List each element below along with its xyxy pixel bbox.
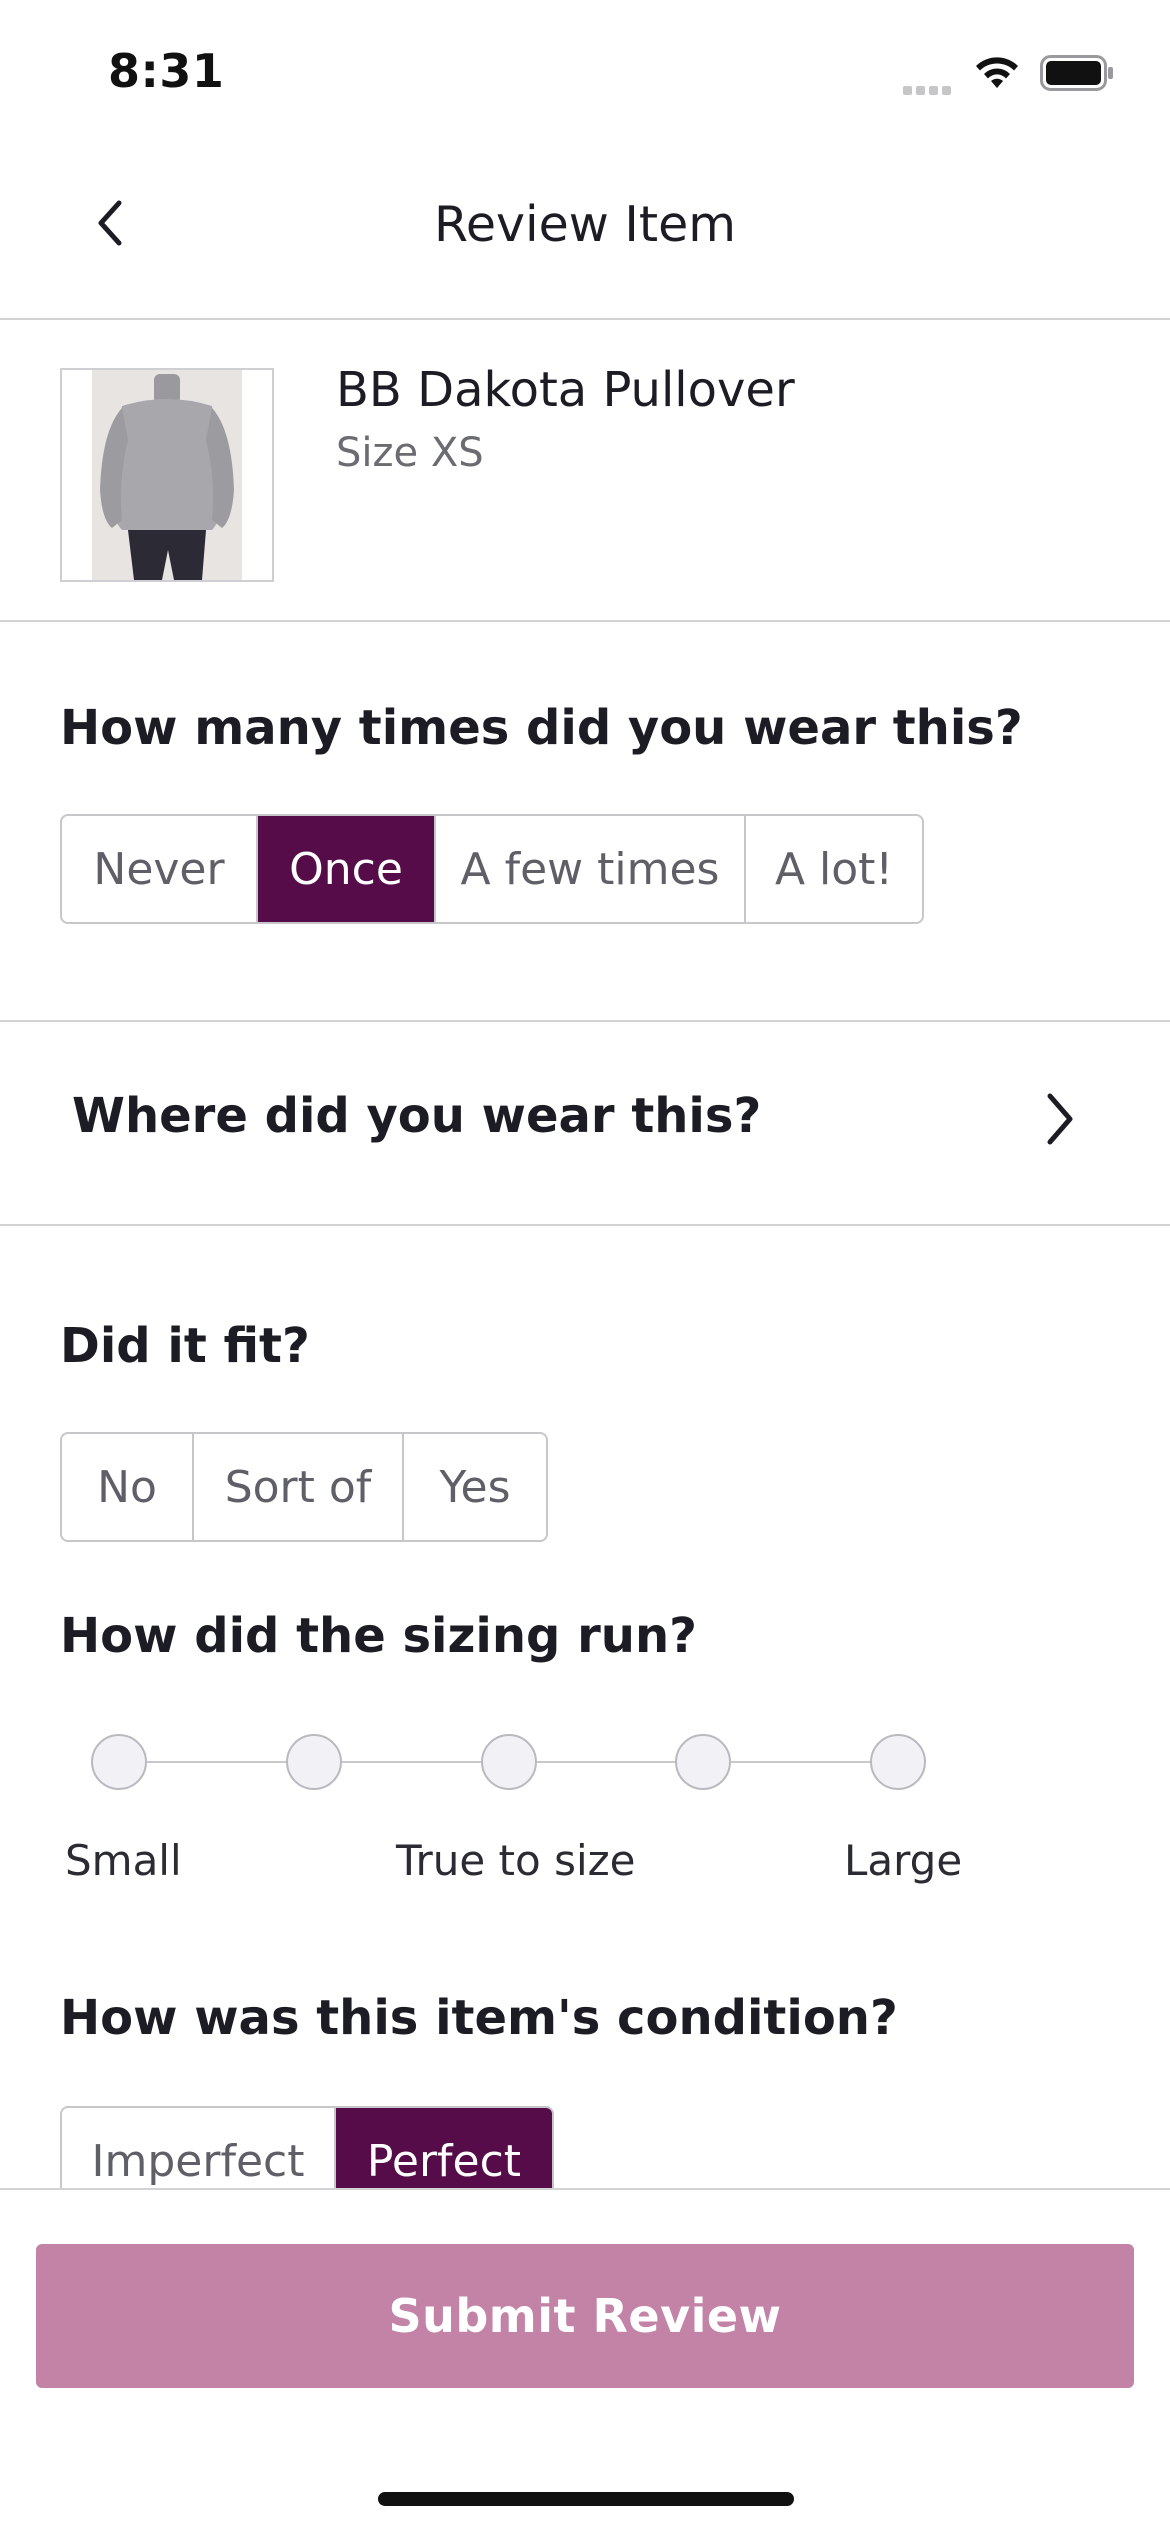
wear-option-a-lot[interactable]: A lot!: [746, 816, 922, 922]
divider: [0, 318, 1170, 320]
sizing-step-1[interactable]: [91, 1734, 147, 1790]
sizing-label-small: Small: [65, 1836, 182, 1885]
divider: [0, 620, 1170, 622]
fit-option-no[interactable]: No: [62, 1434, 194, 1540]
sizing-step-5[interactable]: [870, 1734, 926, 1790]
wear-count-segmented-control: Never Once A few times A lot!: [60, 814, 924, 924]
wear-count-question: How many times did you wear this?: [60, 700, 1023, 756]
condition-question: How was this item's condition?: [60, 1990, 898, 2046]
condition-segmented-control: Imperfect Perfect: [60, 2106, 554, 2190]
sizing-step-4[interactable]: [675, 1734, 731, 1790]
condition-option-imperfect[interactable]: Imperfect: [62, 2108, 336, 2190]
fit-question: Did it fit?: [60, 1318, 310, 1374]
sizing-label-true-to-size: True to size: [396, 1836, 636, 1885]
page-title: Review Item: [434, 196, 736, 253]
sizing-question: How did the sizing run?: [60, 1608, 697, 1664]
fit-segmented-control: No Sort of Yes: [60, 1432, 548, 1542]
battery-icon: [1040, 55, 1114, 95]
home-indicator: [378, 2492, 794, 2506]
sizing-label-large: Large: [844, 1836, 963, 1885]
sizing-step-2[interactable]: [286, 1734, 342, 1790]
wear-option-never[interactable]: Never: [62, 816, 258, 922]
chevron-right-icon: [1040, 1090, 1080, 1152]
product-size: Size XS: [336, 430, 484, 476]
divider: [0, 1224, 1170, 1226]
submit-review-button[interactable]: Submit Review: [36, 2244, 1134, 2388]
wifi-icon: [972, 52, 1022, 94]
wear-option-once[interactable]: Once: [258, 816, 436, 922]
condition-option-perfect[interactable]: Perfect: [336, 2108, 552, 2190]
condition-clip-area: Imperfect Perfect: [0, 2080, 1170, 2190]
divider: [0, 2188, 1170, 2190]
product-image: [60, 368, 274, 582]
cellular-signal-icon: [903, 80, 955, 99]
fit-option-yes[interactable]: Yes: [404, 1434, 546, 1540]
wear-option-a-few-times[interactable]: A few times: [436, 816, 746, 922]
fit-option-sort-of[interactable]: Sort of: [194, 1434, 404, 1540]
product-name: BB Dakota Pullover: [336, 362, 795, 418]
where-worn-label: Where did you wear this?: [72, 1088, 762, 1144]
status-time: 8:31: [108, 44, 225, 98]
sizing-step-3[interactable]: [481, 1734, 537, 1790]
